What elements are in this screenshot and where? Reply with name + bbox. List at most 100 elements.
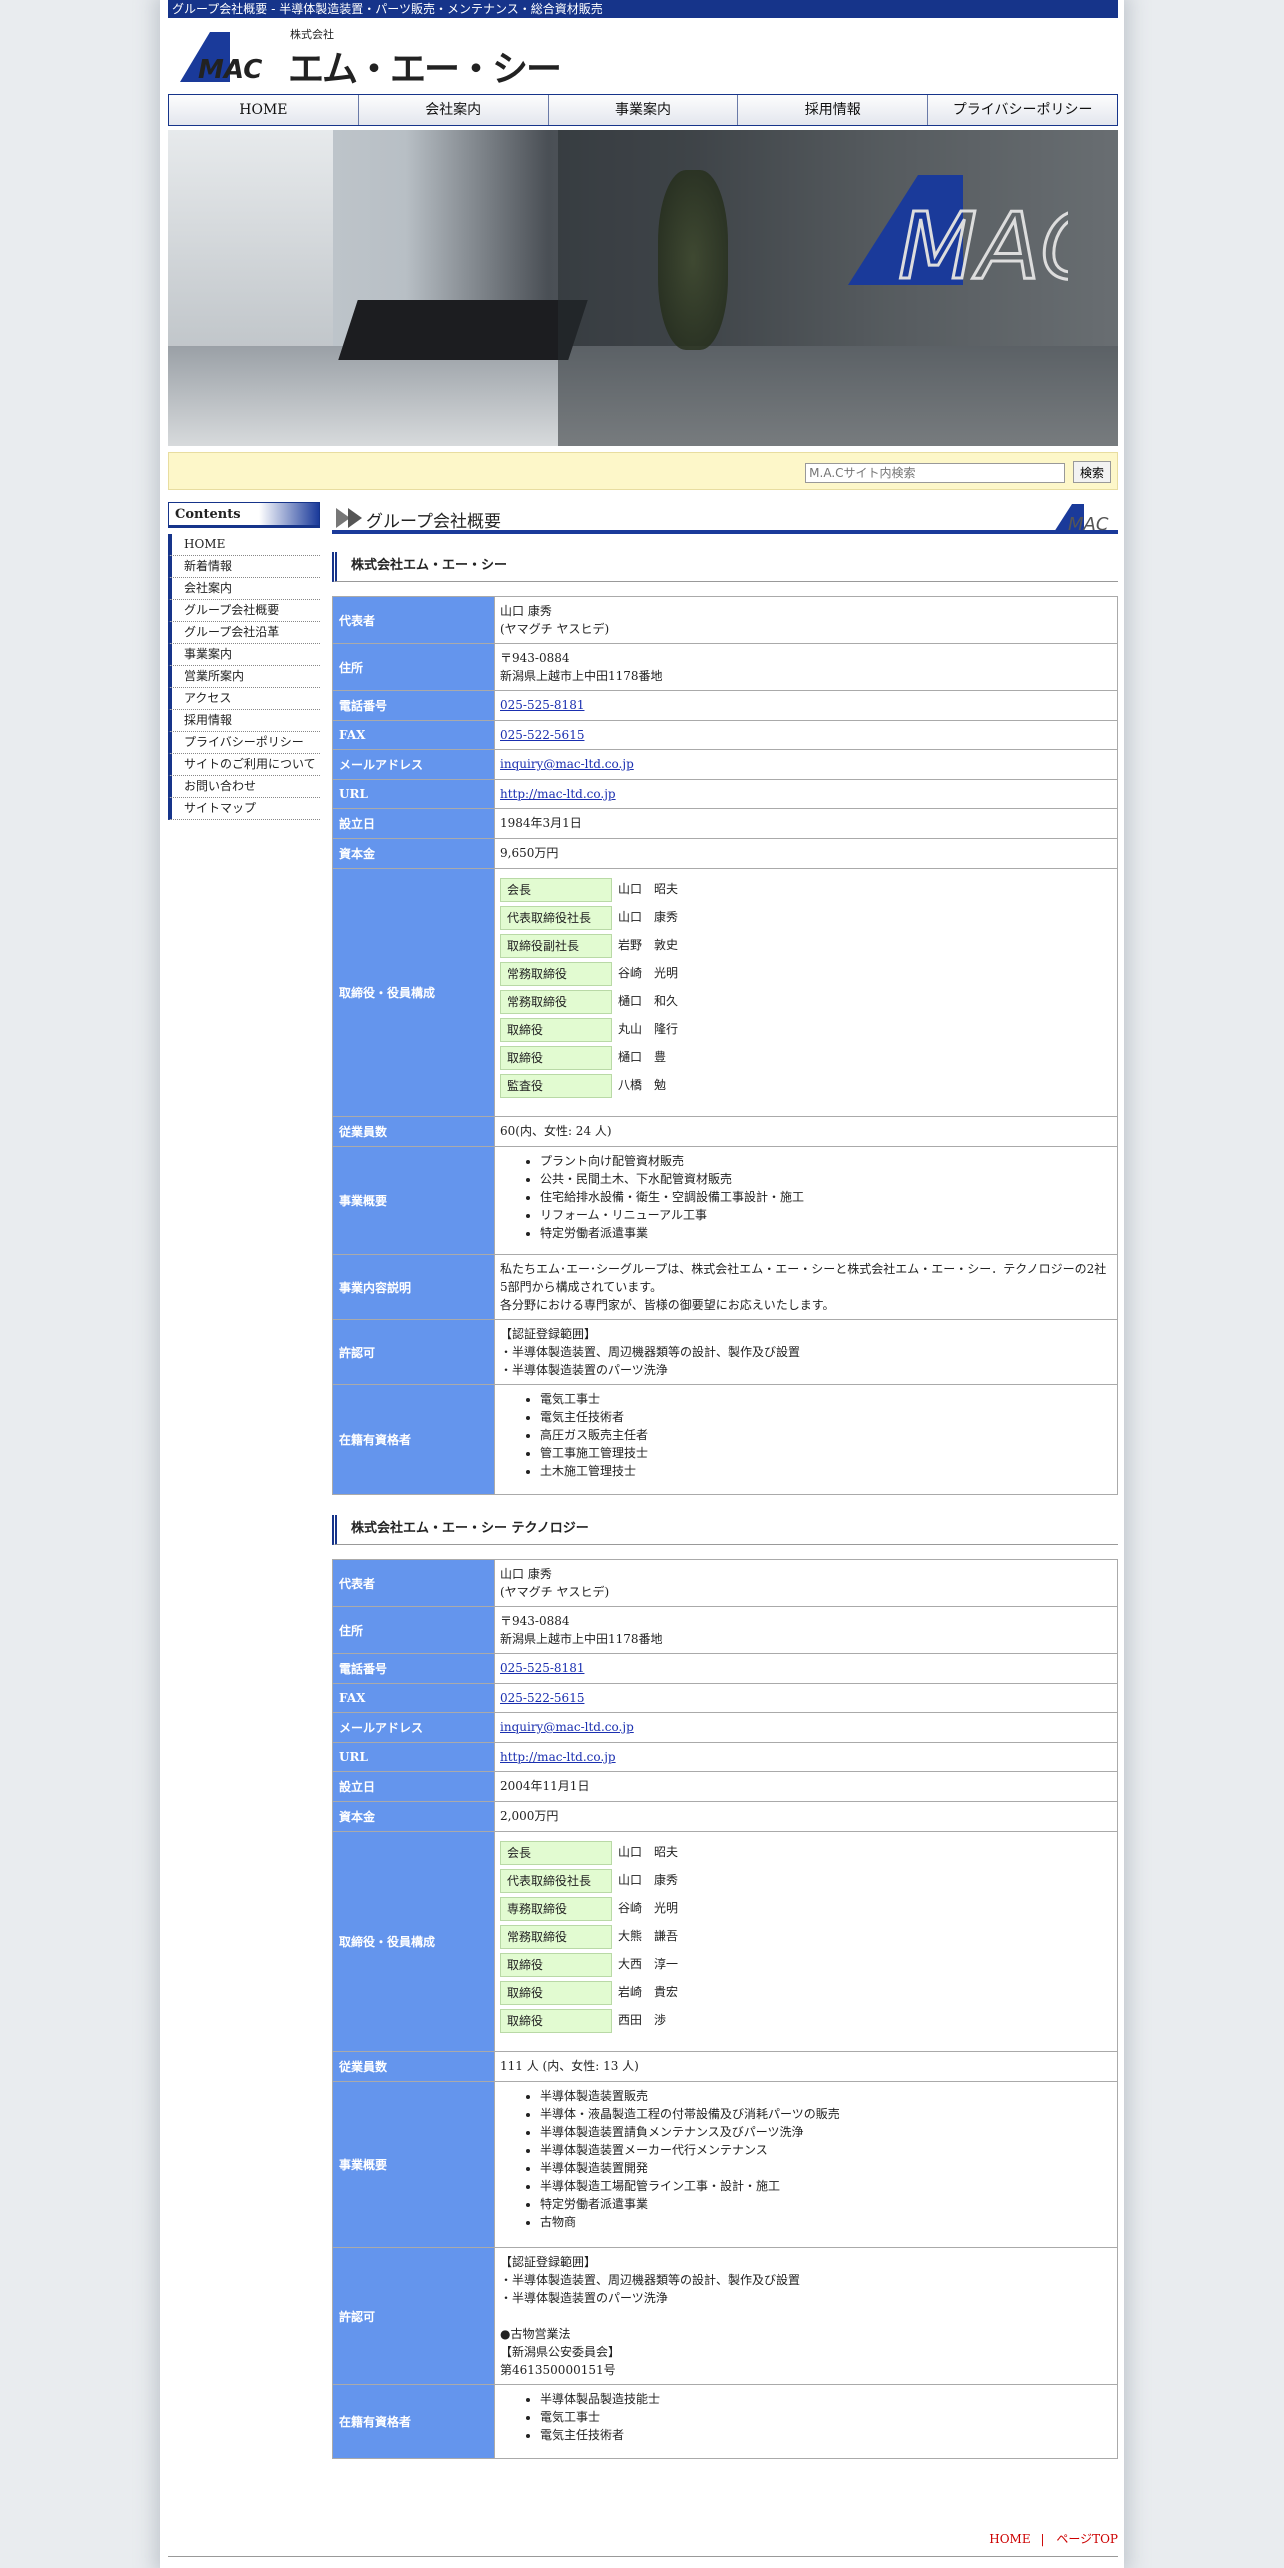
row-label: URL xyxy=(332,779,495,809)
row-label: 住所 xyxy=(332,1606,495,1654)
nav-home[interactable]: HOME xyxy=(169,95,359,125)
row-label: 在籍有資格者 xyxy=(332,1384,495,1495)
sidebar-item-contact[interactable]: お問い合わせ xyxy=(168,776,320,798)
search-button[interactable]: 検索 xyxy=(1072,461,1111,483)
nav-recruit[interactable]: 採用情報 xyxy=(738,95,929,125)
email-link[interactable]: inquiry@mac-ltd.co.jp xyxy=(500,757,634,771)
row-label: 設立日 xyxy=(332,1771,495,1802)
row-label: 電話番号 xyxy=(332,1653,495,1684)
table-row: 住所 〒943-0884 新潟県上越市上中田1178番地 xyxy=(332,643,1118,691)
search-input[interactable] xyxy=(805,462,1066,483)
sidebar-item-business[interactable]: 事業案内 xyxy=(168,644,320,666)
table-row: 取締役・役員構成 会長 山口 昭夫 代表取締役社長 山口 康秀 専務取締役 谷崎 光明… xyxy=(332,1831,1118,2052)
board-table: 会長 山口 昭夫 代表取締役社長 山口 康秀 専務取締役 谷崎 光明 常務取締役 大熊 … xyxy=(500,1837,702,2037)
licenses: 【認証登録範囲】 ・半導体製造装置、周辺機器類等の設計、製作及び設置 ・半導体製… xyxy=(494,2247,1118,2385)
sidebar-item-group-overview[interactable]: グループ会社概要 xyxy=(168,600,320,622)
logo-name: エム・エー・シー xyxy=(288,49,562,90)
row-label: FAX xyxy=(332,720,495,750)
table-row: 設立日 2004年11月1日 xyxy=(332,1771,1118,1802)
row-label: 事業概要 xyxy=(332,2081,495,2248)
table-row: 事業概要 プラント向け配管資材販売 公共・民間土木、下水配管資材販売 住宅給排水… xyxy=(332,1146,1118,1255)
business-list: 半導体製造装置販売 半導体・液晶製造工程の付帯設備及び消耗パーツの販売 半導体製… xyxy=(500,2087,1112,2231)
representative: 山口 康秀 (ヤマグチ ヤスヒデ) xyxy=(494,596,1118,644)
row-label: 代表者 xyxy=(332,596,495,644)
sidebar-item-recruit[interactable]: 採用情報 xyxy=(168,710,320,732)
board-table: 会長 山口 昭夫 代表取締役社長 山口 康秀 取締役副社長 岩野 敦史 常務取締役 谷崎… xyxy=(500,874,702,1102)
table-row: 取締役・役員構成 会長 山口 昭夫 代表取締役社長 山口 康秀 取締役副社長 岩野 敦… xyxy=(332,868,1118,1117)
sidebar-item-group-history[interactable]: グループ会社沿革 xyxy=(168,622,320,644)
nav-business[interactable]: 事業案内 xyxy=(549,95,739,125)
phone-link[interactable]: 025-525-8181 xyxy=(500,1661,584,1675)
row-label: 事業概要 xyxy=(332,1146,495,1255)
list-item: 半導体製造装置販売 xyxy=(540,2087,1112,2105)
row-label: 住所 xyxy=(332,643,495,691)
table-row: 在籍有資格者 半導体製品製造技能士 電気工事士 電気主任技術者 xyxy=(332,2384,1118,2459)
table-row: FAX 025-522-5615 xyxy=(332,1683,1118,1713)
list-item: 特定労働者派遣事業 xyxy=(540,2195,1112,2213)
list-item: 電気主任技術者 xyxy=(540,2426,1112,2444)
list-item: 半導体製造装置請負メンテナンス及びパーツ洗浄 xyxy=(540,2123,1112,2141)
svg-text:MAC: MAC xyxy=(198,55,262,82)
page-top-link[interactable]: ページTOP xyxy=(1056,2532,1118,2546)
meeting-table-graphic xyxy=(338,300,588,360)
table-row: 許認可 【認証登録範囲】 ・半導体製造装置、周辺機器類等の設計、製作及び設置 ・… xyxy=(332,1319,1118,1385)
list-item: 管工事施工管理技士 xyxy=(540,1444,1112,1462)
table-row: 従業員数 60(内、女性: 24 人) xyxy=(332,1116,1118,1147)
page-title: グループ会社概要 xyxy=(366,512,501,532)
row-label: FAX xyxy=(332,1683,495,1713)
sidebar-item-news[interactable]: 新着情報 xyxy=(168,556,320,578)
sidebar-item-terms[interactable]: サイトのご利用について xyxy=(168,754,320,776)
list-item: 高圧ガス販売主任者 xyxy=(540,1426,1112,1444)
footer-separator: | xyxy=(1040,2532,1045,2546)
global-nav: HOME 会社案内 事業案内 採用情報 プライバシーポリシー xyxy=(168,94,1118,126)
mac-logo-icon: MAC xyxy=(180,32,262,82)
sidebar-item-offices[interactable]: 営業所案内 xyxy=(168,666,320,688)
list-item: 半導体製品製造技能士 xyxy=(540,2390,1112,2408)
fax-link[interactable]: 025-522-5615 xyxy=(500,728,584,742)
footer-home-link[interactable]: HOME xyxy=(989,2532,1030,2546)
sidebar-item-privacy[interactable]: プライバシーポリシー xyxy=(168,732,320,754)
list-item: 古物商 xyxy=(540,2213,1112,2231)
business-list: プラント向け配管資材販売 公共・民間土木、下水配管資材販売 住宅給排水設備・衛生… xyxy=(500,1152,1112,1242)
nav-company[interactable]: 会社案内 xyxy=(359,95,549,125)
company-heading: 株式会社エム・エー・シー テクノロジー xyxy=(332,1515,1118,1545)
url-link[interactable]: http://mac-ltd.co.jp xyxy=(500,1750,616,1764)
site-logo[interactable]: MAC 株式会社 エム・エー・シー xyxy=(168,18,1118,94)
sidebar-item-access[interactable]: アクセス xyxy=(168,688,320,710)
row-label: 代表者 xyxy=(332,1559,495,1607)
fax-link[interactable]: 025-522-5615 xyxy=(500,1691,584,1705)
sidebar-item-company[interactable]: 会社案内 xyxy=(168,578,320,600)
mini-mac-logo-icon: MAC xyxy=(1054,504,1109,532)
hero-image: MAC xyxy=(168,130,1118,446)
row-label: 許認可 xyxy=(332,2247,495,2385)
hero-mac-logo-icon: MAC xyxy=(848,175,1068,290)
plant-graphic xyxy=(658,170,728,350)
list-item: リフォーム・リニューアル工事 xyxy=(540,1206,1112,1224)
email-link[interactable]: inquiry@mac-ltd.co.jp xyxy=(500,1720,634,1734)
nav-privacy[interactable]: プライバシーポリシー xyxy=(928,95,1117,125)
qualification-list: 電気工事士 電気主任技術者 高圧ガス販売主任者 管工事施工管理技士 土木施工管理… xyxy=(500,1390,1112,1480)
row-label: 取締役・役員構成 xyxy=(332,868,495,1117)
list-item: 住宅給排水設備・衛生・空調設備工事設計・施工 xyxy=(540,1188,1112,1206)
row-label: 設立日 xyxy=(332,808,495,839)
list-item: 半導体・液晶製造工程の付帯設備及び消耗パーツの販売 xyxy=(540,2105,1112,2123)
phone-link[interactable]: 025-525-8181 xyxy=(500,698,584,712)
sidebar-item-home[interactable]: HOME xyxy=(168,534,320,556)
table-row: 住所 〒943-0884 新潟県上越市上中田1178番地 xyxy=(332,1606,1118,1654)
business-description: 私たちエム･エー･シーグループは、株式会社エム・エー・シーと株式会社エム・エー・… xyxy=(494,1254,1118,1320)
table-row: 従業員数 111 人 (内、女性: 13 人) xyxy=(332,2051,1118,2082)
sidebar-item-sitemap[interactable]: サイトマップ xyxy=(168,798,320,820)
table-row: メールアドレス inquiry@mac-ltd.co.jp xyxy=(332,749,1118,780)
table-row: FAX 025-522-5615 xyxy=(332,720,1118,750)
table-row: 電話番号 025-525-8181 xyxy=(332,690,1118,721)
row-label: 事業内容説明 xyxy=(332,1254,495,1320)
row-label: 資本金 xyxy=(332,1801,495,1832)
row-label: 資本金 xyxy=(332,838,495,869)
url-link[interactable]: http://mac-ltd.co.jp xyxy=(500,787,616,801)
double-arrow-icon xyxy=(336,508,362,528)
list-item: 土木施工管理技士 xyxy=(540,1462,1112,1480)
company-info-table: 代表者 山口 康秀 (ヤマグチ ヤスヒデ) 住所 〒943-0884 新潟県上越市上… xyxy=(332,596,1118,1495)
table-row: 許認可 【認証登録範囲】 ・半導体製造装置、周辺機器類等の設計、製作及び設置 ・… xyxy=(332,2247,1118,2385)
footer-bar xyxy=(168,2556,1118,2568)
page-title-bar: グループ会社概要 MAC xyxy=(332,502,1118,534)
